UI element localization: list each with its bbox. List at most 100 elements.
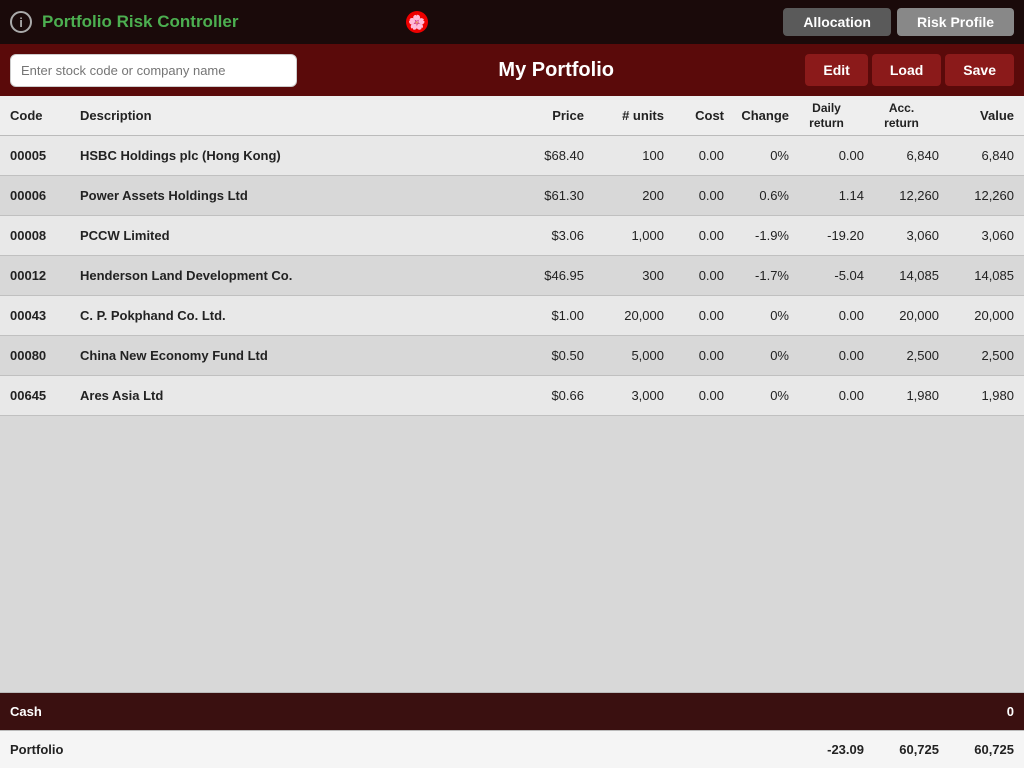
portfolio-daily: -23.09 <box>789 742 864 757</box>
footer: Cash 0 Portfolio -23.09 60,725 60,725 <box>0 692 1024 768</box>
cell-change: 0% <box>724 308 789 323</box>
table-row[interactable]: 00043 C. P. Pokphand Co. Ltd. $1.00 20,0… <box>0 296 1024 336</box>
cell-code: 00006 <box>10 188 80 203</box>
cell-cost: 0.00 <box>664 388 724 403</box>
col-header-cost: Cost <box>664 108 724 123</box>
cell-change: 0% <box>724 348 789 363</box>
cell-code: 00645 <box>10 388 80 403</box>
cell-value: 1,980 <box>939 388 1014 403</box>
cell-change: 0% <box>724 388 789 403</box>
column-headers: Code Description Price # units Cost Chan… <box>0 96 1024 136</box>
cell-acc: 6,840 <box>864 148 939 163</box>
cell-acc: 2,500 <box>864 348 939 363</box>
cash-row: Cash 0 <box>0 692 1024 730</box>
cell-description: Ares Asia Ltd <box>80 388 504 403</box>
hk-flag-icon: 🌸 <box>406 11 428 33</box>
col-header-change: Change <box>724 108 789 123</box>
app-title: Portfolio Risk Controller <box>42 12 398 32</box>
cell-units: 20,000 <box>584 308 664 323</box>
cell-description: Power Assets Holdings Ltd <box>80 188 504 203</box>
search-input[interactable] <box>10 54 297 87</box>
cell-change: 0.6% <box>724 188 789 203</box>
cell-units: 100 <box>584 148 664 163</box>
cell-value: 14,085 <box>939 268 1014 283</box>
cell-daily: -5.04 <box>789 268 864 283</box>
table-row[interactable]: 00005 HSBC Holdings plc (Hong Kong) $68.… <box>0 136 1024 176</box>
cell-daily: 0.00 <box>789 308 864 323</box>
table-row[interactable]: 00008 PCCW Limited $3.06 1,000 0.00 -1.9… <box>0 216 1024 256</box>
cell-cost: 0.00 <box>664 348 724 363</box>
col-header-price: Price <box>504 108 584 123</box>
cell-cost: 0.00 <box>664 268 724 283</box>
col-header-value: Value <box>939 108 1014 123</box>
table-row[interactable]: 00012 Henderson Land Development Co. $46… <box>0 256 1024 296</box>
cell-price: $1.00 <box>504 308 584 323</box>
top-bar: i Portfolio Risk Controller 🌸 Allocation… <box>0 0 1024 44</box>
col-header-code: Code <box>10 108 80 123</box>
cell-code: 00043 <box>10 308 80 323</box>
cell-price: $0.50 <box>504 348 584 363</box>
cell-daily: 0.00 <box>789 348 864 363</box>
portfolio-acc: 60,725 <box>864 742 939 757</box>
allocation-button[interactable]: Allocation <box>783 8 891 36</box>
col-header-units: # units <box>584 108 664 123</box>
cell-change: -1.7% <box>724 268 789 283</box>
cell-acc: 1,980 <box>864 388 939 403</box>
cell-value: 12,260 <box>939 188 1014 203</box>
cell-value: 6,840 <box>939 148 1014 163</box>
cell-change: -1.9% <box>724 228 789 243</box>
cell-description: PCCW Limited <box>80 228 504 243</box>
cell-cost: 0.00 <box>664 308 724 323</box>
cell-daily: 0.00 <box>789 148 864 163</box>
save-button[interactable]: Save <box>945 54 1014 86</box>
info-icon[interactable]: i <box>10 11 32 33</box>
col-header-daily-return: Dailyreturn <box>789 101 864 130</box>
col-header-acc-return: Acc.return <box>864 101 939 130</box>
cell-description: HSBC Holdings plc (Hong Kong) <box>80 148 504 163</box>
cell-daily: -19.20 <box>789 228 864 243</box>
cell-value: 2,500 <box>939 348 1014 363</box>
cell-acc: 20,000 <box>864 308 939 323</box>
risk-profile-button[interactable]: Risk Profile <box>897 8 1014 36</box>
table-row[interactable]: 00645 Ares Asia Ltd $0.66 3,000 0.00 0% … <box>0 376 1024 416</box>
cell-units: 3,000 <box>584 388 664 403</box>
cell-daily: 1.14 <box>789 188 864 203</box>
cell-units: 5,000 <box>584 348 664 363</box>
portfolio-title: My Portfolio <box>307 59 805 82</box>
portfolio-table: 00005 HSBC Holdings plc (Hong Kong) $68.… <box>0 136 1024 692</box>
cell-price: $61.30 <box>504 188 584 203</box>
cash-label: Cash <box>10 704 475 719</box>
cell-acc: 12,260 <box>864 188 939 203</box>
portfolio-row: Portfolio -23.09 60,725 60,725 <box>0 730 1024 768</box>
cell-cost: 0.00 <box>664 188 724 203</box>
cell-units: 1,000 <box>584 228 664 243</box>
portfolio-label: Portfolio <box>10 742 400 757</box>
cell-units: 200 <box>584 188 664 203</box>
portfolio-header-row: My Portfolio Edit Load Save <box>0 44 1024 96</box>
cell-price: $3.06 <box>504 228 584 243</box>
load-button[interactable]: Load <box>872 54 941 86</box>
top-buttons: Allocation Risk Profile <box>783 8 1014 36</box>
cell-price: $68.40 <box>504 148 584 163</box>
cash-value: 0 <box>939 704 1014 719</box>
cell-code: 00012 <box>10 268 80 283</box>
edit-button[interactable]: Edit <box>805 54 867 86</box>
table-row[interactable]: 00006 Power Assets Holdings Ltd $61.30 2… <box>0 176 1024 216</box>
cell-value: 3,060 <box>939 228 1014 243</box>
cell-acc: 14,085 <box>864 268 939 283</box>
cell-description: Henderson Land Development Co. <box>80 268 504 283</box>
cell-units: 300 <box>584 268 664 283</box>
table-row[interactable]: 00080 China New Economy Fund Ltd $0.50 5… <box>0 336 1024 376</box>
cell-code: 00080 <box>10 348 80 363</box>
portfolio-value: 60,725 <box>939 742 1014 757</box>
cell-price: $46.95 <box>504 268 584 283</box>
cell-price: $0.66 <box>504 388 584 403</box>
cell-value: 20,000 <box>939 308 1014 323</box>
cell-acc: 3,060 <box>864 228 939 243</box>
cell-cost: 0.00 <box>664 148 724 163</box>
action-buttons: Edit Load Save <box>805 54 1024 86</box>
cell-change: 0% <box>724 148 789 163</box>
cell-code: 00008 <box>10 228 80 243</box>
cell-description: China New Economy Fund Ltd <box>80 348 504 363</box>
cell-daily: 0.00 <box>789 388 864 403</box>
